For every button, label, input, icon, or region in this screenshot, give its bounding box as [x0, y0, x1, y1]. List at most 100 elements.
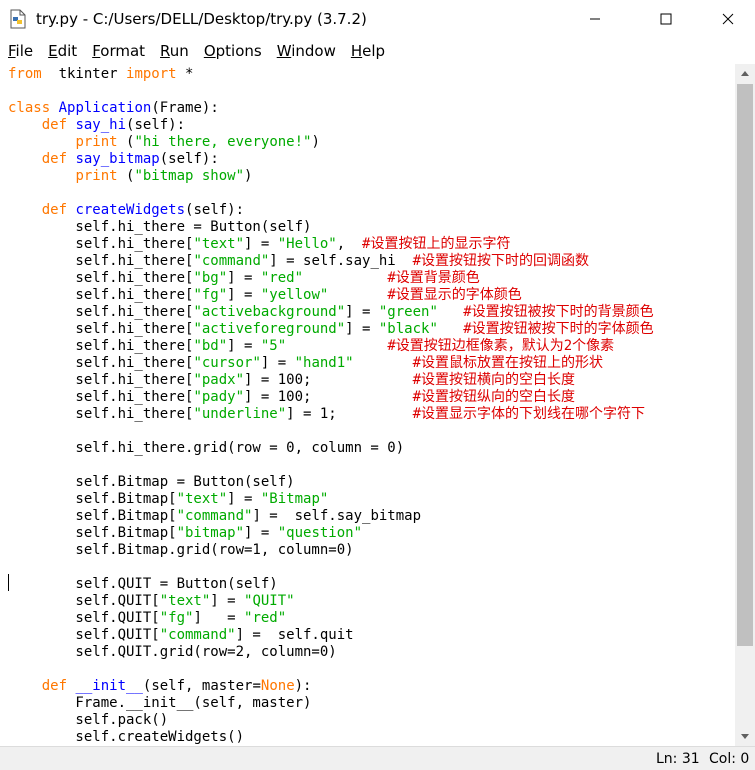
- code-token: "bitmap show": [134, 168, 245, 184]
- code-line: self.hi_there["cursor"] = "hand1" #设置鼠标放…: [8, 355, 603, 372]
- window-title: try.py - C:/Users/DELL/Desktop/try.py (3…: [36, 10, 367, 28]
- code-line: self.QUIT["fg"] = "red": [8, 610, 286, 627]
- code-token: self.hi_there[: [8, 236, 194, 252]
- code-token: "hand1": [294, 355, 354, 371]
- menu-run[interactable]: Run: [160, 42, 196, 60]
- code-token: say_hi: [75, 117, 127, 133]
- code-line: Frame.__init__(self, master): [8, 695, 311, 712]
- menu-file[interactable]: File: [8, 42, 40, 60]
- code-token: "text": [193, 236, 245, 252]
- code-line: self.hi_there["underline"] = 1; #设置显示字体的…: [8, 406, 645, 423]
- code-token: #设置按钮纵向的空白长度: [412, 389, 576, 405]
- code-token: self.hi_there.grid(row = 0, column = 0): [8, 440, 405, 456]
- code-token: import: [126, 66, 177, 82]
- menu-window[interactable]: Window: [277, 42, 343, 60]
- code-token: self.QUIT[: [8, 593, 160, 609]
- scroll-up-button[interactable]: [735, 64, 755, 82]
- minimize-button[interactable]: [572, 0, 618, 38]
- code-editor[interactable]: from tkinter import * class Application(F…: [0, 64, 735, 746]
- code-token: tkinter: [41, 66, 127, 82]
- code-line: self.hi_there.grid(row = 0, column = 0): [8, 440, 404, 457]
- code-token: ] =: [345, 304, 379, 320]
- code-line: self.hi_there["command"] = self.say_hi #…: [8, 253, 589, 270]
- code-token: self.hi_there[: [8, 389, 194, 405]
- code-token: "green": [378, 304, 438, 320]
- status-bar: Ln: 31 Col: 0: [0, 746, 755, 770]
- code-line: self.QUIT.grid(row=2, column=0): [8, 644, 336, 661]
- menu-help[interactable]: Help: [351, 42, 392, 60]
- code-token: "Hello": [277, 236, 337, 252]
- code-token: ] = self.say_bitmap: [252, 508, 422, 524]
- code-line: self.QUIT["text"] = "QUIT": [8, 593, 295, 610]
- code-token: self.hi_there[: [8, 321, 194, 337]
- code-token: #设置显示的字体颜色: [387, 287, 522, 303]
- code-token: #设置按钮被按下时的字体颜色: [463, 321, 654, 337]
- code-token: ] =: [210, 593, 245, 609]
- code-token: Application: [58, 100, 152, 116]
- code-token: class: [8, 100, 51, 116]
- menu-edit[interactable]: Edit: [48, 42, 84, 60]
- code-token: "bd": [193, 338, 228, 354]
- code-token: print: [75, 134, 118, 150]
- code-token: self.hi_there[: [8, 355, 194, 371]
- vertical-scrollbar[interactable]: [735, 64, 755, 746]
- code-token: self.hi_there[: [8, 304, 194, 320]
- code-token: "question": [277, 525, 363, 541]
- scroll-down-button[interactable]: [735, 728, 755, 746]
- close-button[interactable]: [705, 0, 751, 38]
- code-token: self.hi_there[: [8, 372, 194, 388]
- code-token: *: [176, 66, 194, 82]
- close-icon: [722, 13, 734, 25]
- code-token: ] =: [227, 270, 261, 286]
- code-token: "QUIT": [244, 593, 295, 609]
- code-line: self.hi_there["fg"] = "yellow" #设置显示的字体颜…: [8, 287, 522, 304]
- code-token: (: [117, 134, 135, 150]
- menu-format[interactable]: Format: [92, 42, 152, 60]
- code-token: (self):: [159, 151, 219, 167]
- code-token: ] = 100;: [244, 389, 413, 405]
- code-token: print: [75, 168, 118, 184]
- code-line: self.hi_there = Button(self): [8, 219, 311, 236]
- code-line: self.createWidgets(): [8, 729, 244, 746]
- code-line: self.QUIT["command"] = self.quit: [8, 627, 353, 644]
- code-token: self.QUIT[: [8, 627, 160, 643]
- code-token: self.QUIT[: [8, 610, 160, 626]
- code-token: "black": [378, 321, 438, 337]
- menu-label-rest: dit: [57, 42, 78, 60]
- column-number-status: Col: 0: [709, 751, 750, 767]
- menu-mnemonic: O: [203, 42, 216, 60]
- scroll-thumb[interactable]: [737, 84, 753, 646]
- menu-mnemonic: R: [160, 42, 170, 60]
- code-token: "command": [159, 627, 236, 643]
- code-token: self.hi_there = Button(self): [8, 219, 312, 235]
- menu-label-rest: ormat: [100, 42, 146, 60]
- code-token: self.Bitmap[: [8, 491, 177, 507]
- code-token: self.Bitmap = Button(self): [8, 474, 295, 490]
- code-line: self.Bitmap["command"] = self.say_bitmap: [8, 508, 421, 525]
- code-token: self.hi_there[: [8, 406, 194, 422]
- code-token: "text": [159, 593, 211, 609]
- code-token: self.Bitmap[: [8, 508, 177, 524]
- code-line: def say_hi(self):: [8, 117, 185, 134]
- code-line: self.hi_there["activebackground"] = "gre…: [8, 304, 653, 321]
- menu-options[interactable]: Options: [204, 42, 269, 60]
- maximize-button[interactable]: [643, 0, 689, 38]
- code-line: print ("hi there, everyone!"): [8, 134, 320, 151]
- code-token: ] =: [345, 321, 379, 337]
- code-token: "cursor": [193, 355, 261, 371]
- code-line: def say_bitmap(self):: [8, 151, 219, 168]
- code-token: ): [311, 134, 320, 150]
- code-token: "Bitmap": [260, 491, 329, 507]
- code-token: "yellow": [260, 287, 329, 303]
- menu-mnemonic: W: [276, 42, 292, 60]
- menu-label-rest: ile: [15, 42, 34, 60]
- minimize-icon: [590, 18, 600, 20]
- maximize-icon: [660, 13, 672, 25]
